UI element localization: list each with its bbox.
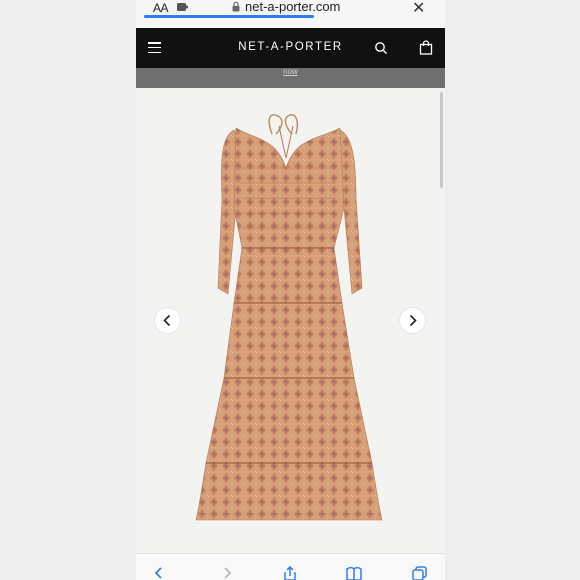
bookmarks-icon[interactable] [346,566,362,580]
product-dress-image [195,114,383,521]
extension-icon[interactable] [177,2,189,12]
share-icon[interactable] [282,566,298,580]
page-scrollbar[interactable] [440,92,443,188]
promo-banner: now [136,67,445,88]
page-load-progress [144,15,314,18]
site-logo[interactable]: NET-A-PORTER [136,41,445,53]
shopping-bag-icon[interactable] [419,40,433,55]
search-icon[interactable] [374,41,388,55]
browser-toolbar [136,553,445,580]
tabs-icon[interactable] [412,566,428,580]
close-tab-button[interactable]: ✕ [412,0,425,18]
product-image-carousel[interactable] [136,88,445,553]
lock-icon [232,1,240,12]
next-image-button[interactable] [400,308,425,333]
previous-image-button[interactable] [155,308,180,333]
forward-icon[interactable] [219,566,235,580]
phone-screen: AA net-a-porter.com ✕ NET-A-PORTER now [136,0,445,580]
back-icon[interactable] [151,566,167,580]
chevron-left-icon [163,314,171,327]
site-header: NET-A-PORTER [136,28,445,68]
url-field[interactable]: net-a-porter.com [245,0,340,14]
promo-link[interactable]: now [136,67,445,76]
text-size-button[interactable]: AA [153,1,169,15]
browser-address-bar: AA net-a-porter.com ✕ [136,0,445,28]
chevron-right-icon [409,314,417,327]
